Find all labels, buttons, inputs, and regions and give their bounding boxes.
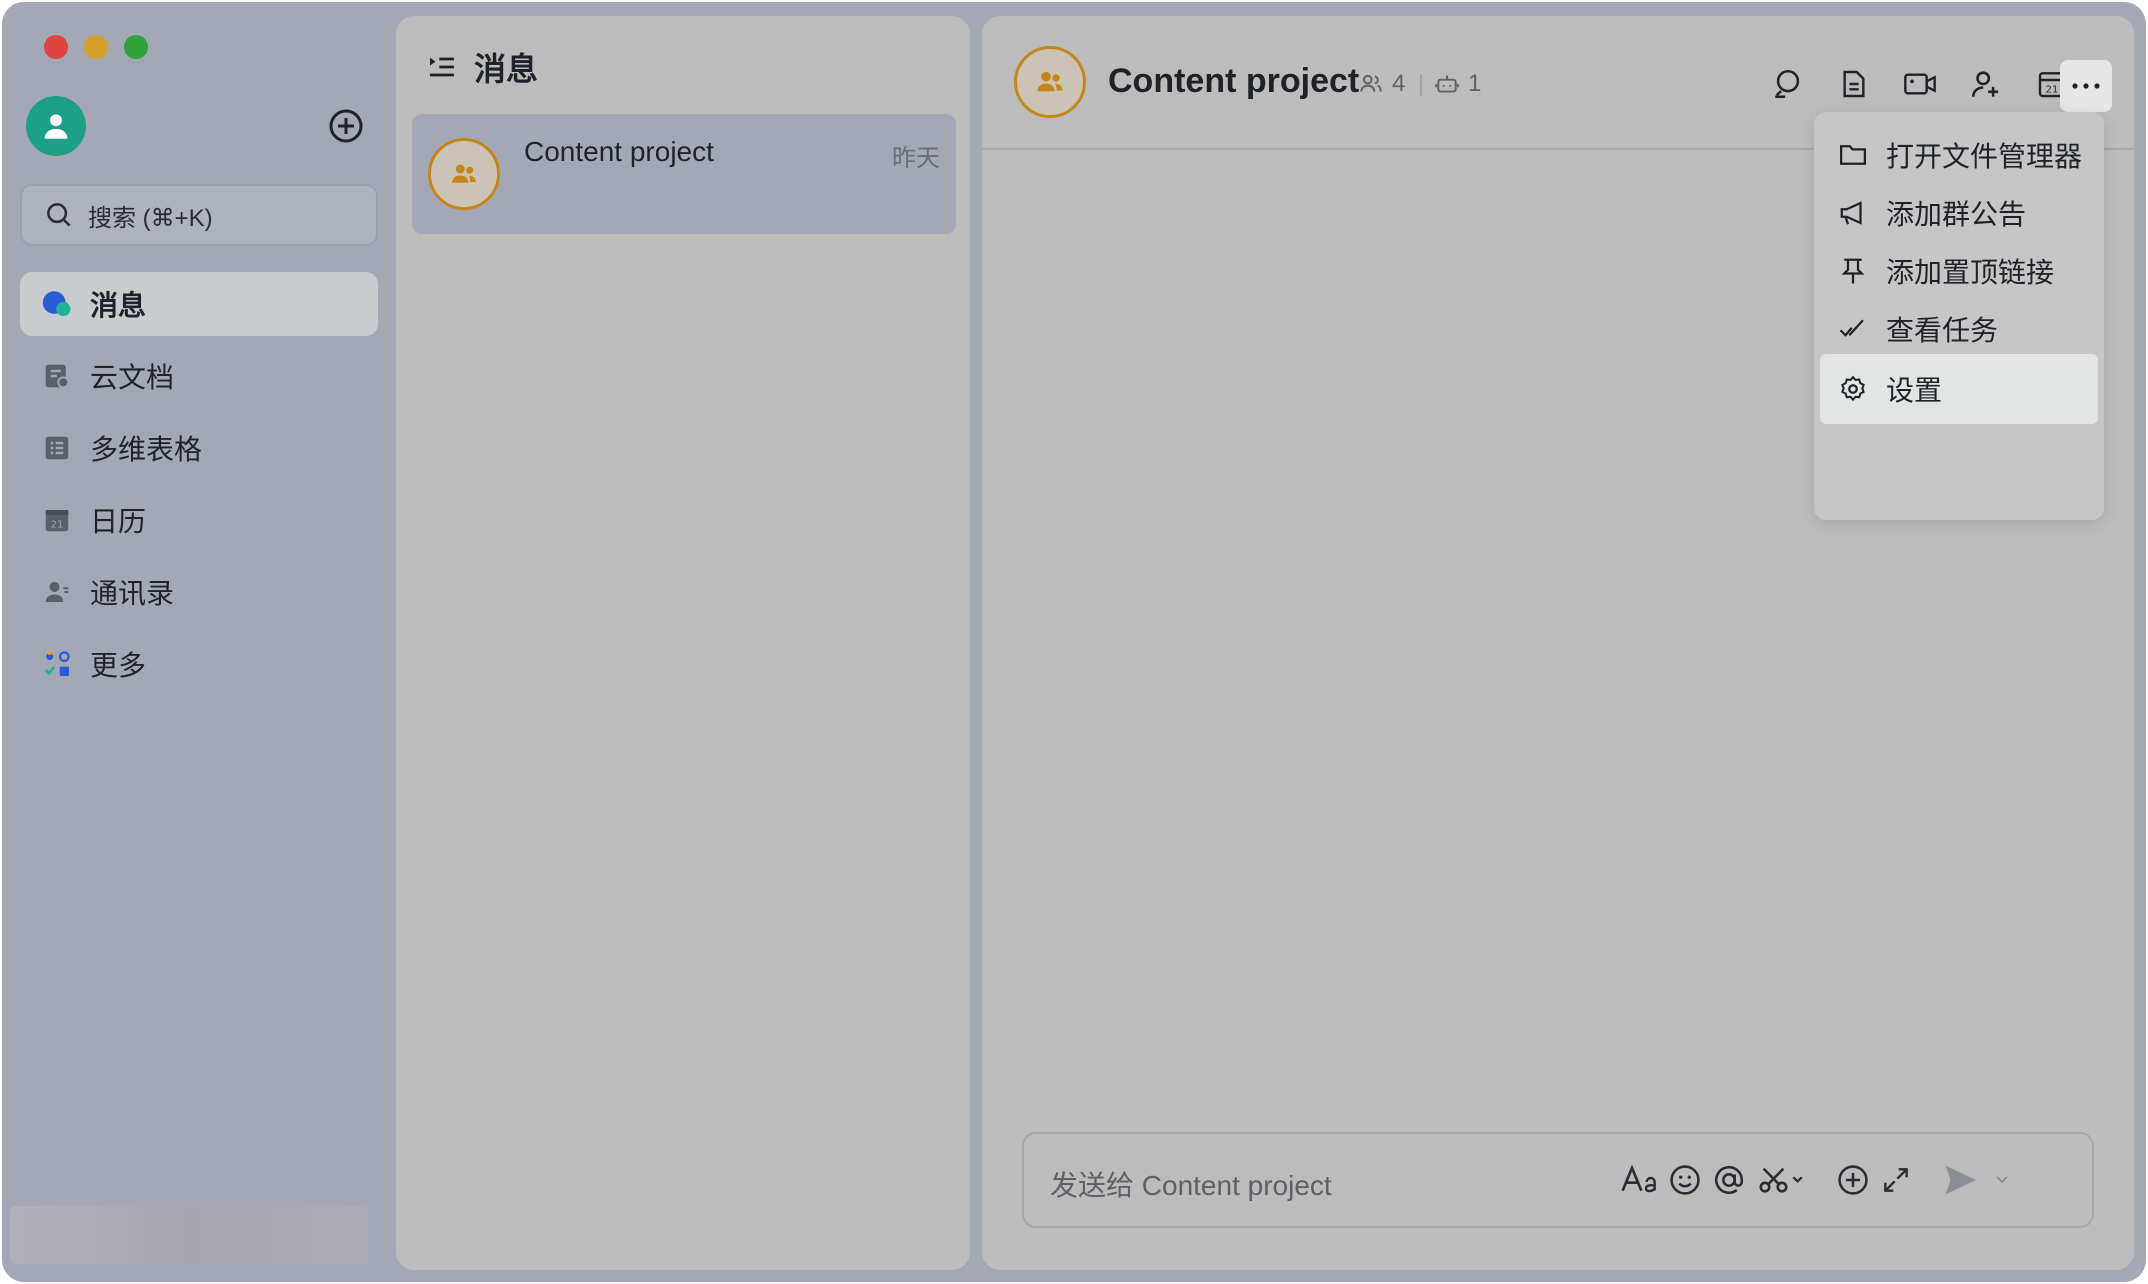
message-icon xyxy=(40,287,74,321)
sidebar-item-more[interactable]: 更多 xyxy=(20,632,378,696)
search-icon xyxy=(47,203,71,227)
at-sign-icon xyxy=(1714,1165,1744,1194)
user-avatar[interactable] xyxy=(26,96,86,156)
search-placeholder: 搜索 (⌘+K) xyxy=(88,204,213,232)
person-icon xyxy=(44,114,68,139)
add-person-icon xyxy=(1971,71,1999,97)
member-count[interactable]: 4 xyxy=(1358,70,1405,98)
send-options-button[interactable] xyxy=(1988,1156,2016,1204)
search-icon xyxy=(1775,69,1800,99)
pin-icon xyxy=(1841,258,1865,284)
sidebar-item-label: 日历 xyxy=(90,506,147,537)
task-check-icon xyxy=(1839,319,1864,337)
sidebar-item-base[interactable]: 多维表格 xyxy=(20,416,378,480)
add-member-button[interactable] xyxy=(1964,62,2008,106)
sidebar-item-label: 更多 xyxy=(90,650,147,681)
group-avatar xyxy=(428,138,500,210)
chat-title[interactable]: Content project xyxy=(1108,62,1359,101)
apps-icon xyxy=(40,647,74,681)
blurred-profile-area xyxy=(10,1206,368,1264)
plus-circle-icon xyxy=(1838,1165,1868,1195)
expand-composer-button[interactable] xyxy=(1872,1156,1920,1204)
screenshot-button[interactable] xyxy=(1752,1156,1812,1204)
sidebar-item-messages[interactable]: 消息 xyxy=(20,272,378,336)
sidebar-item-docs[interactable]: 云文档 xyxy=(20,344,378,408)
expand-icon xyxy=(1884,1168,1908,1192)
chat-list-title: 消息 xyxy=(474,51,539,87)
chat-list-item[interactable]: Content project 昨天 xyxy=(412,114,956,234)
video-call-button[interactable] xyxy=(1898,62,1942,106)
sidebar-item-label: 云文档 xyxy=(90,362,175,393)
folder-icon xyxy=(1840,145,1866,165)
menu-item-label: 打开文件管理器 xyxy=(1886,141,2083,172)
plus-circle-icon xyxy=(329,109,363,143)
smiley-icon xyxy=(1670,1165,1700,1195)
doc-button[interactable] xyxy=(1832,62,1876,106)
sidebar-item-label: 多维表格 xyxy=(90,434,203,465)
menu-item-label: 查看任务 xyxy=(1886,315,1999,346)
sidebar-item-calendar[interactable]: 21 日历 xyxy=(20,488,378,552)
menu-item-label: 添加群公告 xyxy=(1886,199,2027,230)
chat-list-header: 消息 xyxy=(426,44,538,90)
collapse-sidebar-icon[interactable] xyxy=(426,51,458,83)
attach-button[interactable] xyxy=(1829,1156,1877,1204)
menu-item-label: 添加置顶链接 xyxy=(1886,257,2055,288)
create-button[interactable] xyxy=(328,108,364,144)
send-icon xyxy=(1945,1165,1976,1195)
group-icon xyxy=(1037,71,1063,92)
scissors-icon xyxy=(1759,1167,1803,1193)
search-chat-button[interactable] xyxy=(1766,62,1810,106)
ellipsis-icon xyxy=(2072,83,2100,89)
chat-header-avatar[interactable] xyxy=(1014,46,1086,118)
megaphone-icon xyxy=(1840,201,1862,225)
mention-button[interactable] xyxy=(1705,1156,1753,1204)
menu-item-settings[interactable]: 设置 xyxy=(1820,354,2098,424)
sidebar-nav: 消息 云文档 多维表格 21 日历 通讯录 更多 xyxy=(20,272,378,704)
sidebar-item-label: 通讯录 xyxy=(90,578,175,609)
search-box[interactable]: 搜索 (⌘+K) xyxy=(20,184,378,246)
sidebar-item-label: 消息 xyxy=(90,290,147,321)
calendar-icon: 21 xyxy=(40,503,74,537)
close-window-button[interactable] xyxy=(44,35,68,59)
app-window: 搜索 (⌘+K) 消息 云文档 多维表格 21 日历 通讯录 更多 消息 Con… xyxy=(2,2,2146,1282)
divider xyxy=(1420,74,1422,96)
gear-icon xyxy=(1841,375,1865,402)
sidebar-item-contacts[interactable]: 通讯录 xyxy=(20,560,378,624)
send-button[interactable] xyxy=(1936,1156,1984,1204)
svg-text:21: 21 xyxy=(51,520,64,531)
chat-list-panel: 消息 Content project 昨天 xyxy=(396,16,970,1270)
composer-placeholder: 发送给 Content project xyxy=(1050,1170,1332,1201)
minimize-window-button[interactable] xyxy=(84,35,108,59)
video-icon xyxy=(1904,73,1936,95)
group-icon xyxy=(452,164,476,183)
chat-name: Content project xyxy=(524,136,714,167)
emoji-button[interactable] xyxy=(1661,1156,1709,1204)
chat-timestamp: 昨天 xyxy=(892,145,940,172)
docs-icon xyxy=(40,359,74,393)
members-icon xyxy=(1360,74,1382,92)
document-icon xyxy=(1843,70,1865,98)
svg-text:21: 21 xyxy=(2046,85,2059,96)
format-text-button[interactable] xyxy=(1616,1156,1664,1204)
bot-count-value: 1 xyxy=(1468,70,1482,97)
more-menu: 打开文件管理器 添加群公告 添加置顶链接 查看任务 设置 xyxy=(1814,112,2104,520)
member-count-value: 4 xyxy=(1392,70,1406,97)
bot-icon xyxy=(1435,75,1459,93)
text-format-icon xyxy=(1621,1164,1656,1193)
chevron-down-icon xyxy=(1996,1176,2008,1184)
contacts-icon xyxy=(40,575,74,609)
bot-count[interactable]: 1 xyxy=(1434,70,1481,98)
menu-item-label: 设置 xyxy=(1886,375,1943,406)
maximize-window-button[interactable] xyxy=(124,35,148,59)
more-button[interactable] xyxy=(2060,60,2112,112)
message-composer[interactable]: 发送给 Content project xyxy=(1022,1132,2094,1228)
base-icon xyxy=(40,431,74,465)
